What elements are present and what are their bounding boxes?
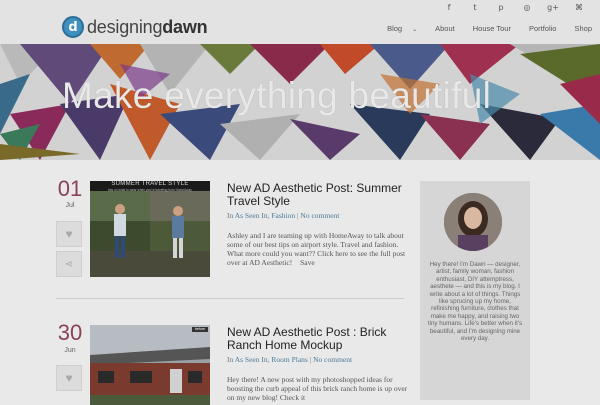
category-link[interactable]: Room Plans xyxy=(271,355,307,364)
post-date-day: 01 xyxy=(57,176,83,201)
logo-mark: d xyxy=(62,16,84,38)
post-categories: In As Seen In, Room Plans | No comment xyxy=(227,355,353,364)
post-thumbnail[interactable]: SUMMER TRAVEL STYLE tips on what to wear… xyxy=(90,181,210,277)
post-divider xyxy=(56,298,404,299)
author-photo xyxy=(444,193,502,251)
hero-title: Make everything beautiful xyxy=(62,75,492,116)
comments-link[interactable]: No comment xyxy=(300,211,339,220)
thumbnail-label: before xyxy=(195,327,205,331)
facebook-icon[interactable]: f xyxy=(436,2,462,14)
post-date-day: 30 xyxy=(57,320,83,345)
nav-item-label: Blog xyxy=(387,24,403,33)
main-nav: Blog ⌄ About House Tour Portfolio Shop xyxy=(369,24,592,33)
google-plus-icon[interactable]: g+ xyxy=(540,2,566,14)
categories-prefix: In xyxy=(227,355,234,364)
nav-item-blog[interactable]: Blog ⌄ xyxy=(369,24,426,33)
heart-icon: ♥ xyxy=(65,227,73,241)
instagram-icon[interactable]: ◎ xyxy=(514,2,540,14)
nav-item-house-tour[interactable]: House Tour xyxy=(464,24,520,33)
brick-ranch-photo xyxy=(90,325,210,405)
hero-banner: Make everything beautiful xyxy=(0,44,600,160)
comments-link[interactable]: No comment xyxy=(313,355,352,364)
post-title[interactable]: New AD Aesthetic Post : Brick Ranch Home… xyxy=(227,326,417,352)
nav-item-shop[interactable]: Shop xyxy=(565,24,592,33)
thumbnail-subtitle: tips on what to wear when you're traveli… xyxy=(108,188,192,192)
sidebar-about: Hey there! I'm Dawn — designer, artist, … xyxy=(420,181,530,400)
post-categories: In As Seen In, Fashion | No comment xyxy=(227,211,340,220)
thumbnail-title: SUMMER TRAVEL STYLE xyxy=(111,181,189,187)
category-link[interactable]: Fashion xyxy=(271,211,295,220)
excerpt-text: Ashley and I are teaming up with HomeAwa… xyxy=(227,231,406,267)
share-button[interactable]: ⋖ xyxy=(56,251,82,277)
like-button[interactable]: ♥ xyxy=(56,221,82,247)
nav-item-about[interactable]: About xyxy=(426,24,464,33)
logo-text: designingdawn xyxy=(87,16,208,38)
post-thumbnail[interactable]: before xyxy=(90,325,210,405)
heart-icon: ♥ xyxy=(65,371,73,385)
save-button[interactable]: Save xyxy=(300,258,315,267)
post-date-month: Jun xyxy=(64,347,76,354)
rss-icon[interactable]: ⌘ xyxy=(566,2,592,14)
post-excerpt: Ashley and I are teaming up with HomeAwa… xyxy=(227,231,409,267)
site-logo[interactable]: d designingdawn xyxy=(62,16,208,38)
social-links: f t p ◎ g+ ⌘ xyxy=(436,2,592,14)
category-link[interactable]: As Seen In xyxy=(235,211,268,220)
post-excerpt: Hey there! A new post with my photoshopp… xyxy=(227,375,408,402)
share-icon: ⋖ xyxy=(64,258,74,270)
like-button[interactable]: ♥ xyxy=(56,365,82,391)
post-date-month: Jul xyxy=(65,202,75,209)
travel-style-photo xyxy=(90,181,210,277)
categories-prefix: In xyxy=(227,211,234,220)
logo-text-bold: dawn xyxy=(162,16,208,37)
logo-text-light: designing xyxy=(87,16,163,37)
author-avatar xyxy=(444,193,502,251)
pinterest-icon[interactable]: p xyxy=(488,2,514,14)
nav-item-portfolio[interactable]: Portfolio xyxy=(520,24,566,33)
post-title[interactable]: New AD Aesthetic Post: Summer Travel Sty… xyxy=(227,182,417,208)
main-content: 01 Jul ♥ ⋖ SUMMER TRAVEL STYLE tips on w… xyxy=(0,160,600,405)
chevron-down-icon: ⌄ xyxy=(412,27,418,33)
site-header: d designingdawn f t p ◎ g+ ⌘ Blog ⌄ About… xyxy=(0,0,600,44)
author-bio: Hey there! I'm Dawn — designer, artist, … xyxy=(427,261,523,343)
category-link[interactable]: As Seen In xyxy=(235,355,268,364)
twitter-icon[interactable]: t xyxy=(462,2,488,14)
